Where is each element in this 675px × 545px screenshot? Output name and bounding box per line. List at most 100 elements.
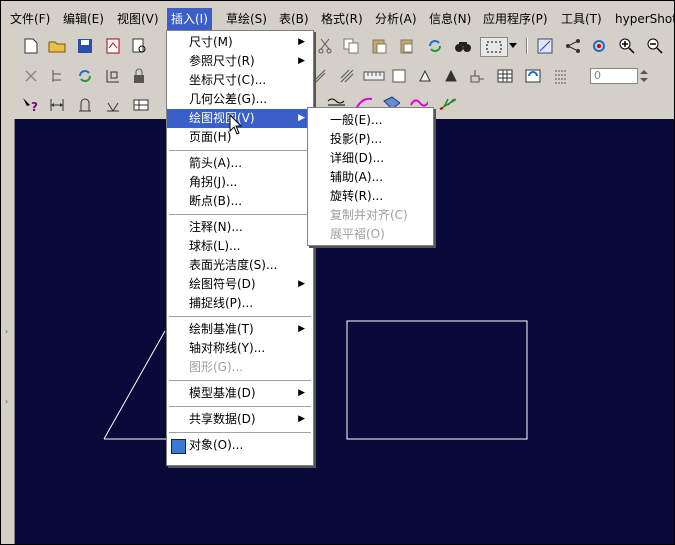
insert-menu-item[interactable]: 尺寸(M) ▶ xyxy=(167,33,313,52)
context-help-icon[interactable]: ? xyxy=(22,96,40,114)
menu-item-label: 共享数据(D) xyxy=(189,412,256,426)
close-icon[interactable] xyxy=(22,67,40,85)
insert-menu-item[interactable]: 注释(N)... xyxy=(167,218,313,237)
insert-menu-item[interactable]: 对象(O)... xyxy=(167,436,313,455)
view-submenu-item[interactable]: 详细(D)... xyxy=(308,149,433,168)
menu-12[interactable]: hyperShot xyxy=(611,8,674,30)
dimension-icon[interactable] xyxy=(48,96,66,114)
expand-arrow-icon[interactable]: › xyxy=(5,327,8,336)
insert-menu-item[interactable]: 断点(B)... xyxy=(167,192,313,211)
relations-icon[interactable] xyxy=(76,67,94,85)
print-preview-icon[interactable] xyxy=(130,37,148,55)
menu-2[interactable]: 编辑(E) xyxy=(59,8,108,30)
note-tool-icon[interactable] xyxy=(416,67,434,85)
table-tool-icon[interactable] xyxy=(390,67,408,85)
sketch-display-icon[interactable] xyxy=(536,37,554,55)
repeat-region-icon[interactable] xyxy=(552,67,570,85)
menu-item-label: 角拐(J)... xyxy=(189,175,238,189)
menu-item-label: 注释(N)... xyxy=(189,220,243,234)
menu-separator xyxy=(169,406,311,407)
view-submenu-item[interactable]: 旋转(R)... xyxy=(308,187,433,206)
paste-icon[interactable] xyxy=(370,37,388,55)
menu-10[interactable]: 应用程序(P) xyxy=(479,8,552,30)
lock-icon[interactable] xyxy=(130,67,148,85)
menu-item-label: 轴对称线(Y)... xyxy=(189,341,266,355)
pdf-export-icon[interactable] xyxy=(104,37,122,55)
regenerate-icon[interactable] xyxy=(426,37,444,55)
insert-menu-item[interactable]: 几何公差(G)... xyxy=(167,90,313,109)
selection-box-dropdown[interactable] xyxy=(480,37,508,57)
save-icon[interactable] xyxy=(76,37,94,55)
menu-1[interactable]: 文件(F) xyxy=(6,8,54,30)
drawing-view-submenu: 一般(E)... 投影(P)... 详细(D)... 辅助(A)... 旋转(R)...… xyxy=(307,107,434,246)
insert-menu-item[interactable]: 坐标尺寸(C)... xyxy=(167,71,313,90)
left-panel-strip: › › xyxy=(1,119,15,544)
new-file-icon[interactable] xyxy=(22,37,40,55)
ordinate-icon[interactable] xyxy=(104,96,122,114)
menu-item-label: 绘图视图(V) xyxy=(189,111,255,125)
insert-menu-item[interactable]: 表面光洁度(S)... xyxy=(167,256,313,275)
mouse-cursor-icon xyxy=(229,114,243,135)
gtol-icon[interactable] xyxy=(132,96,150,114)
menu-item-label: 表面光洁度(S)... xyxy=(189,258,278,272)
menu-item-label: 尺寸(M) xyxy=(189,35,233,49)
paste-special-icon[interactable] xyxy=(398,37,416,55)
view-submenu-item[interactable]: 投影(P)... xyxy=(308,130,433,149)
spin-stepper-icon[interactable] xyxy=(639,67,649,85)
menu-item-label: 模型基准(D) xyxy=(189,386,256,400)
model-tree-icon[interactable] xyxy=(48,67,66,85)
menu-4[interactable]: 插入(I) xyxy=(167,8,212,30)
view-submenu-item[interactable]: 一般(E)... xyxy=(308,111,433,130)
submenu-arrow-icon: ▶ xyxy=(298,279,305,289)
copy-icon[interactable] xyxy=(342,37,360,55)
scale-icon[interactable] xyxy=(362,67,386,85)
menu-7[interactable]: 格式(R) xyxy=(317,8,367,30)
insert-menu-item[interactable]: 轴对称线(Y)... xyxy=(167,339,313,358)
menu-item-label: 参照尺寸(R) xyxy=(189,54,255,68)
zoom-out-icon[interactable] xyxy=(646,37,664,55)
find-icon[interactable] xyxy=(454,37,472,55)
menu-8[interactable]: 分析(A) xyxy=(371,8,421,30)
submenu-arrow-icon: ▶ xyxy=(298,414,305,424)
submenu-arrow-icon: ▶ xyxy=(298,56,305,66)
move-icon[interactable] xyxy=(104,67,122,85)
leader-icon[interactable] xyxy=(438,94,456,112)
view-submenu-item: 复制并对齐(C) xyxy=(330,208,408,222)
ref-dimension-icon[interactable] xyxy=(76,96,94,114)
cut-icon[interactable] xyxy=(316,37,334,55)
menu-3[interactable]: 视图(V) xyxy=(113,8,163,30)
balloon-tool-icon[interactable] xyxy=(468,67,486,85)
insert-menu-item[interactable]: 绘制基准(T) ▶ xyxy=(167,320,313,339)
insert-menu-item[interactable]: 角拐(J)... xyxy=(167,173,313,192)
update-table-icon[interactable] xyxy=(524,67,542,85)
insert-menu-item[interactable]: 球标(L)... xyxy=(167,237,313,256)
menu-separator xyxy=(169,214,311,215)
insert-menu-item[interactable]: 箭头(A)... xyxy=(167,154,313,173)
menu-9[interactable]: 信息(N) xyxy=(425,8,475,30)
grid-table-icon[interactable] xyxy=(496,67,514,85)
spin-value-field[interactable]: 0 xyxy=(590,68,638,84)
view-submenu-item[interactable]: 辅助(A)... xyxy=(308,168,433,187)
refit-icon[interactable] xyxy=(590,37,608,55)
symbol-tool-icon[interactable] xyxy=(442,67,460,85)
open-folder-icon[interactable] xyxy=(48,37,66,55)
menu-5[interactable]: 草绘(S) xyxy=(222,8,271,30)
insert-menu-item[interactable]: 绘图符号(D) ▶ xyxy=(167,275,313,294)
triangle-edge xyxy=(103,330,166,440)
insert-menu-item[interactable]: 参照尺寸(R) ▶ xyxy=(167,52,313,71)
datum-display-icon[interactable] xyxy=(564,37,582,55)
menu-item-label: 页面(H) xyxy=(189,130,232,144)
expand-arrow-icon[interactable]: › xyxy=(5,397,8,406)
insert-menu-item[interactable]: 模型基准(D) ▶ xyxy=(167,384,313,403)
rectangle-view xyxy=(346,320,528,440)
insert-menu-item[interactable]: 捕捉线(P)... xyxy=(167,294,313,313)
insert-menu-item[interactable]: 共享数据(D) ▶ xyxy=(167,410,313,429)
toolbar-row-1 xyxy=(2,34,674,58)
insert-menu-item: 图形(G)... xyxy=(167,358,313,377)
chevron-down-icon[interactable] xyxy=(508,37,518,55)
zoom-in-icon[interactable] xyxy=(618,37,636,55)
menu-separator xyxy=(169,432,311,433)
menu-11[interactable]: 工具(T) xyxy=(557,8,606,30)
hatch-icon[interactable] xyxy=(338,67,356,85)
menu-6[interactable]: 表(B) xyxy=(275,8,313,30)
